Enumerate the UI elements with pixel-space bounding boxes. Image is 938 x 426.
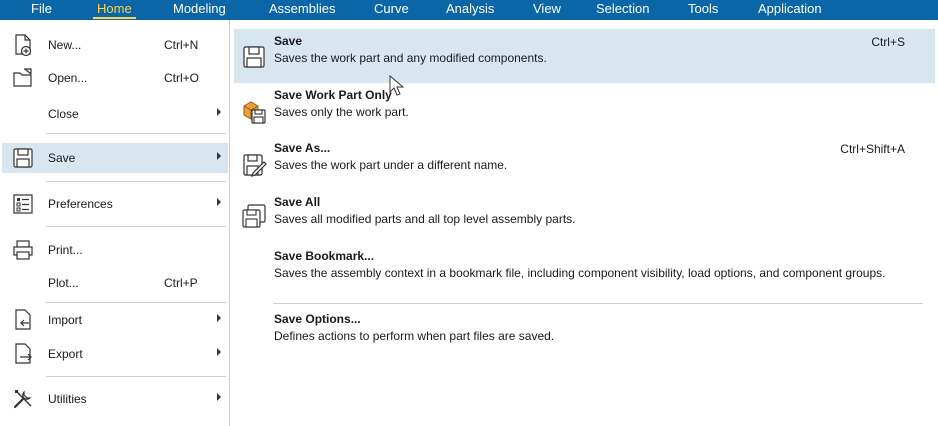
submenu-item-description: Saves the assembly context in a bookmark… [274, 266, 886, 280]
menu-application[interactable]: Application [758, 0, 822, 20]
submenu-item-title: Save Bookmark... [274, 249, 375, 263]
menu-item-label: New... [48, 38, 82, 52]
separator [273, 303, 923, 304]
submenu-item-save-options[interactable]: Save Options... Defines actions to perfo… [234, 307, 935, 351]
open-folder-icon [11, 66, 35, 90]
submenu-item-description: Saves the work part and any modified com… [274, 51, 547, 65]
shortcut-label: Ctrl+Shift+A [840, 142, 905, 156]
save-all-icon [241, 203, 267, 229]
import-icon [11, 308, 35, 332]
menu-tools[interactable]: Tools [688, 0, 718, 20]
submenu-item-save-all[interactable]: Save All Saves all modified parts and al… [234, 190, 935, 238]
menu-item-print[interactable]: Print... [2, 235, 228, 265]
menu-item-label: Import [48, 313, 83, 327]
submenu-item-description: Saves only the work part. [274, 105, 409, 119]
utilities-icon [11, 387, 35, 411]
submenu-arrow-icon [217, 393, 221, 401]
menu-item-label: Save [48, 151, 76, 165]
submenu-arrow-icon [217, 152, 221, 160]
submenu-item-title: Save Work Part Only [274, 88, 392, 102]
preferences-icon [11, 192, 35, 216]
print-icon [11, 238, 35, 262]
menu-item-save[interactable]: Save [2, 143, 228, 173]
menu-view[interactable]: View [533, 0, 561, 20]
shortcut-label: Ctrl+N [164, 38, 199, 52]
shortcut-label: Ctrl+S [871, 35, 905, 49]
submenu-item-save-bookmark[interactable]: Save Bookmark... Saves the assembly cont… [234, 244, 935, 302]
menu-item-new[interactable]: New... Ctrl+N [2, 30, 228, 60]
shortcut-label: Ctrl+P [164, 276, 198, 290]
menu-item-label: Utilities [48, 392, 87, 406]
submenu-item-description: Defines actions to perform when part fil… [274, 329, 555, 343]
menu-item-export[interactable]: Export [2, 339, 228, 369]
save-icon [241, 44, 267, 70]
menu-item-label: Export [48, 347, 83, 361]
submenu-item-save-work-part-only[interactable]: Save Work Part Only Saves only the work … [234, 83, 935, 131]
menu-item-label: Print... [48, 243, 83, 257]
separator [46, 181, 226, 182]
submenu-item-description: Saves the work part under a different na… [274, 158, 508, 172]
menu-file[interactable]: File [31, 0, 52, 20]
menu-item-utilities[interactable]: Utilities [2, 384, 228, 414]
menu-item-label: Close [48, 107, 79, 121]
menu-item-open[interactable]: Open... Ctrl+O [2, 63, 228, 93]
submenu-item-title: Save [274, 34, 303, 48]
save-icon [11, 146, 35, 170]
separator [46, 302, 226, 303]
shortcut-label: Ctrl+O [164, 71, 200, 85]
submenu-arrow-icon [217, 198, 221, 206]
save-work-part-icon [241, 98, 267, 124]
menu-item-preferences[interactable]: Preferences [2, 189, 228, 219]
menu-item-import[interactable]: Import [2, 305, 228, 335]
menu-modeling[interactable]: Modeling [173, 0, 226, 20]
submenu-item-title: Save As... [274, 141, 331, 155]
submenu-arrow-icon [217, 348, 221, 356]
file-menu: New... Ctrl+N Open... Ctrl+O Close Save … [0, 20, 230, 426]
submenu-item-description: Saves all modified parts and all top lev… [274, 212, 576, 226]
mouse-cursor-icon [389, 75, 405, 97]
menu-curve[interactable]: Curve [374, 0, 409, 20]
menu-analysis[interactable]: Analysis [446, 0, 494, 20]
menu-item-close[interactable]: Close [2, 99, 228, 129]
save-as-icon [241, 152, 267, 178]
submenu-item-save-as[interactable]: Save As... Saves the work part under a d… [234, 136, 935, 184]
menu-item-plot[interactable]: Plot... Ctrl+P [2, 268, 228, 298]
separator [46, 376, 226, 377]
menu-item-label: Open... [48, 71, 88, 85]
export-icon [11, 342, 35, 366]
new-document-icon [11, 33, 35, 57]
submenu-arrow-icon [217, 108, 221, 116]
separator [46, 133, 226, 134]
submenu-item-title: Save Options... [274, 312, 361, 326]
separator [46, 226, 226, 227]
menu-selection[interactable]: Selection [596, 0, 649, 20]
menu-assemblies[interactable]: Assemblies [269, 0, 335, 20]
submenu-item-save[interactable]: Save Saves the work part and any modifie… [234, 29, 935, 83]
menu-bar: File Home Modeling Assemblies Curve Anal… [0, 0, 938, 20]
submenu-arrow-icon [217, 314, 221, 322]
menu-item-label: Preferences [48, 197, 113, 211]
submenu-item-title: Save All [274, 195, 321, 209]
save-submenu: Save Saves the work part and any modifie… [231, 20, 938, 426]
menu-home[interactable]: Home [93, 0, 136, 20]
menu-item-label: Plot... [48, 276, 79, 290]
